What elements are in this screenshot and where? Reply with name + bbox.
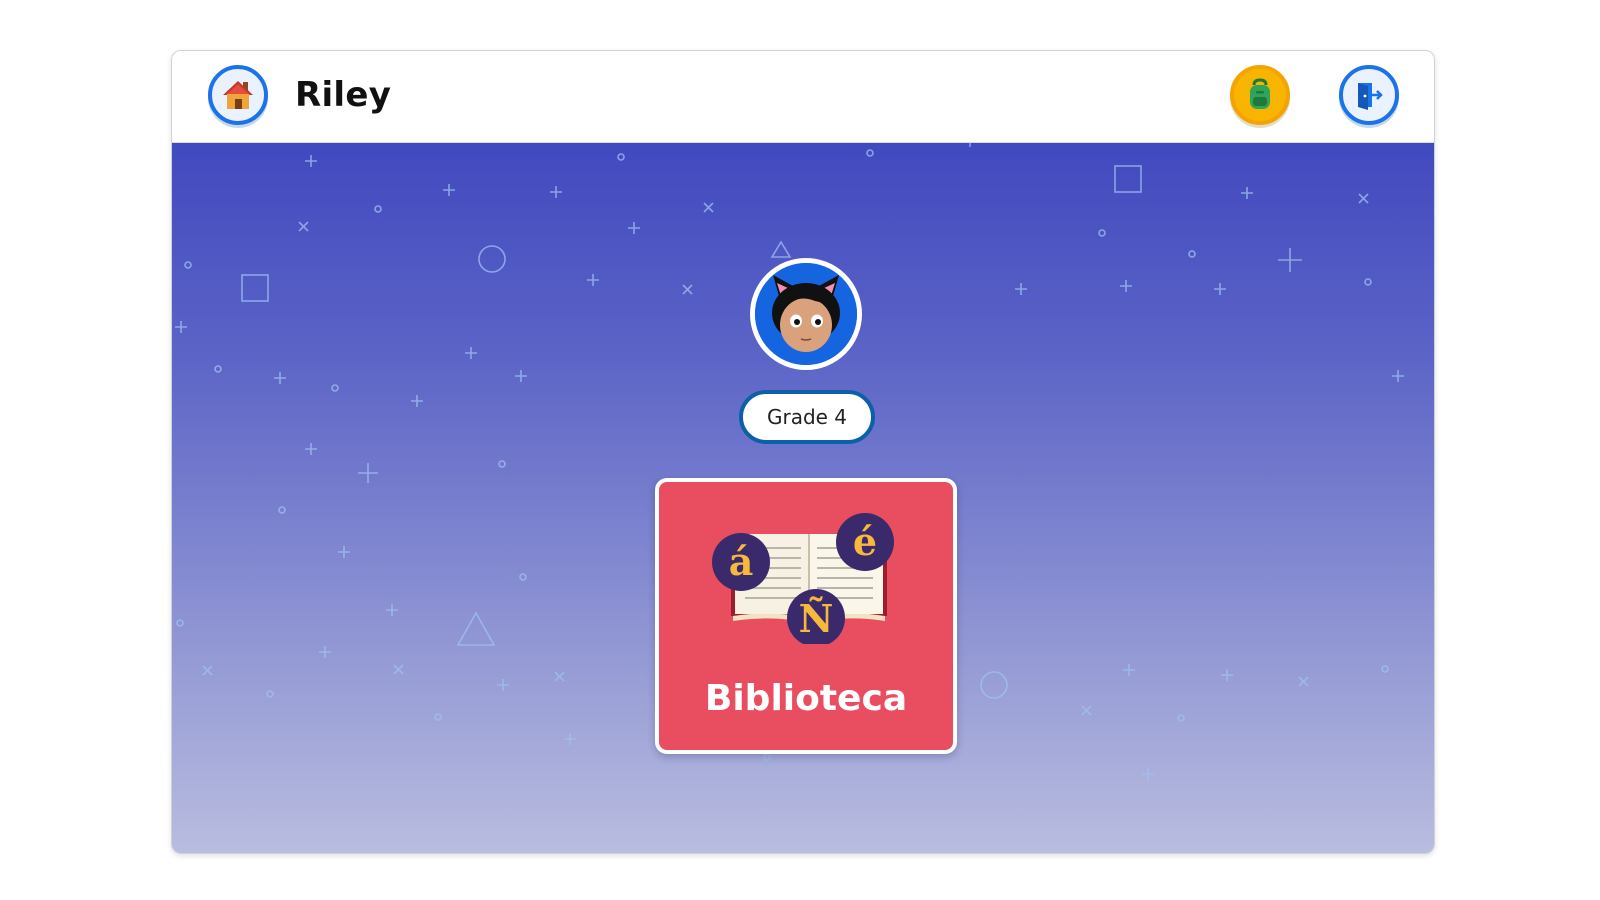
house-icon: [223, 81, 253, 109]
app-window: Riley Grade 4 á é Ñ Biblioteca: [171, 50, 1435, 854]
exit-button[interactable]: [1339, 65, 1399, 125]
student-name: Riley: [295, 75, 392, 115]
backpack-button[interactable]: [1230, 65, 1290, 125]
student-avatar: [750, 258, 862, 370]
home-button[interactable]: [208, 65, 268, 125]
backpack-icon: [1250, 78, 1270, 109]
home-screen: Grade 4 á é Ñ Biblioteca: [172, 143, 1434, 853]
letter-n-tilde: Ñ: [799, 596, 834, 641]
exit-door-icon: [1358, 83, 1383, 110]
open-book-accented-letters-icon: á é Ñ: [712, 513, 894, 644]
biblioteca-card[interactable]: á é Ñ Biblioteca: [655, 478, 957, 754]
letter-a-accent: á: [729, 539, 754, 584]
letter-e-accent: é: [853, 519, 877, 564]
cat-ear-kid-avatar-icon: [755, 263, 857, 365]
top-bar: Riley: [172, 51, 1434, 143]
biblioteca-label: Biblioteca: [704, 678, 908, 719]
grade-badge: Grade 4: [739, 390, 875, 444]
